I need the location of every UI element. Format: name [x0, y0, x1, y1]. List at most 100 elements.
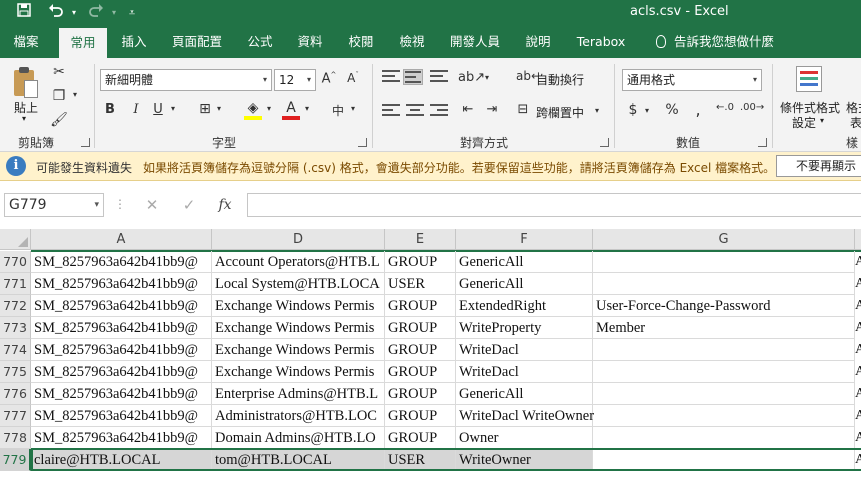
- align-left-icon[interactable]: [382, 104, 400, 118]
- cell-f[interactable]: WriteDacl WriteOwner: [456, 405, 594, 427]
- wrap-text-button[interactable]: 自動換行: [536, 71, 584, 88]
- cell-f[interactable]: WriteDacl: [456, 361, 593, 383]
- copy-dropdown-icon[interactable]: ▾: [70, 90, 80, 99]
- percent-icon[interactable]: %: [664, 102, 680, 118]
- cell-f[interactable]: Owner: [456, 427, 593, 449]
- row-header[interactable]: 772: [0, 295, 31, 317]
- cell-g[interactable]: [593, 405, 855, 427]
- tab-formulas[interactable]: 公式: [240, 26, 280, 58]
- row-header[interactable]: 777: [0, 405, 31, 427]
- italic-icon[interactable]: I: [128, 102, 144, 117]
- cell-next-column[interactable]: A: [855, 361, 861, 383]
- cell-e[interactable]: GROUP: [385, 405, 456, 427]
- decrease-decimal-icon[interactable]: .00→: [740, 102, 764, 113]
- fill-color-icon[interactable]: ◈: [244, 100, 262, 120]
- cancel-icon[interactable]: ✕: [140, 193, 164, 217]
- tab-tell-me[interactable]: 告訴我您想做什麼: [650, 26, 780, 58]
- font-launcher-icon[interactable]: [358, 138, 367, 147]
- phonetic-icon[interactable]: 中: [328, 102, 348, 119]
- column-header-a[interactable]: A: [31, 229, 212, 250]
- name-box[interactable]: G779 ▾: [4, 193, 104, 217]
- cell-g[interactable]: [593, 383, 855, 405]
- align-middle-icon[interactable]: [403, 69, 423, 85]
- cell-g[interactable]: [593, 273, 855, 295]
- cell-next-column[interactable]: A: [855, 339, 861, 361]
- cell-e[interactable]: GROUP: [385, 361, 456, 383]
- column-header-next[interactable]: [855, 229, 861, 250]
- cell-e[interactable]: GROUP: [385, 339, 456, 361]
- row-header[interactable]: 779: [0, 449, 31, 471]
- increase-indent-icon[interactable]: ⇥: [482, 102, 502, 117]
- save-icon[interactable]: [14, 3, 34, 23]
- cell-g[interactable]: Member: [593, 317, 855, 339]
- clipboard-launcher-icon[interactable]: [81, 138, 90, 147]
- tab-file[interactable]: 檔案: [6, 26, 46, 58]
- row-header[interactable]: 775: [0, 361, 31, 383]
- paste-dropdown-icon[interactable]: ▾: [22, 114, 26, 123]
- cell-next-column[interactable]: A: [855, 251, 861, 273]
- align-right-icon[interactable]: [430, 104, 448, 118]
- decrease-indent-icon[interactable]: ⇤: [458, 102, 478, 117]
- cell-next-column[interactable]: A: [855, 295, 861, 317]
- merge-dropdown-icon[interactable]: ▾: [592, 106, 602, 115]
- cell-a[interactable]: SM_8257963a642b41bb9@: [31, 427, 212, 449]
- tab-help[interactable]: 說明: [518, 26, 558, 58]
- row-header[interactable]: 771: [0, 273, 31, 295]
- fill-color-dropdown-icon[interactable]: ▾: [264, 104, 274, 113]
- font-size-select[interactable]: 12 ▾: [274, 69, 316, 91]
- cell-f[interactable]: WriteOwner: [456, 449, 593, 471]
- message-bar-link[interactable]: 如果將活頁簿儲存為逗號分隔 (.csv) 格式，會遺失部分功能。若要保留這些功能…: [143, 159, 775, 176]
- cell-f[interactable]: ExtendedRight: [456, 295, 593, 317]
- cell-g[interactable]: [593, 251, 855, 273]
- cell-d[interactable]: tom@HTB.LOCAL: [212, 449, 385, 471]
- enter-icon[interactable]: ✓: [177, 193, 201, 217]
- increase-decimal-icon[interactable]: ←.0: [716, 102, 734, 113]
- cell-e[interactable]: USER: [385, 273, 456, 295]
- cell-d[interactable]: Account Operators@HTB.L: [212, 251, 385, 273]
- cell-e[interactable]: GROUP: [385, 295, 456, 317]
- tab-developer[interactable]: 開發人員: [444, 26, 506, 58]
- cell-d[interactable]: Enterprise Admins@HTB.L: [212, 383, 385, 405]
- font-name-select[interactable]: 新細明體 ▾: [100, 69, 272, 91]
- cell-f[interactable]: WriteProperty: [456, 317, 593, 339]
- cell-d[interactable]: Local System@HTB.LOCA: [212, 273, 385, 295]
- cell-a[interactable]: SM_8257963a642b41bb9@: [31, 361, 212, 383]
- cell-next-column[interactable]: A: [855, 427, 861, 449]
- row-header[interactable]: 774: [0, 339, 31, 361]
- tab-review[interactable]: 校閱: [341, 26, 381, 58]
- cell-a[interactable]: SM_8257963a642b41bb9@: [31, 273, 212, 295]
- cell-next-column[interactable]: A: [855, 405, 861, 427]
- cell-e[interactable]: GROUP: [385, 427, 456, 449]
- cell-a[interactable]: SM_8257963a642b41bb9@: [31, 317, 212, 339]
- comma-style-icon[interactable]: ,: [692, 100, 704, 119]
- insert-function-icon[interactable]: fx: [213, 193, 237, 217]
- paste-icon[interactable]: [12, 66, 38, 98]
- conditional-formatting-dropdown-icon[interactable]: ▾: [820, 116, 824, 125]
- cell-a[interactable]: SM_8257963a642b41bb9@: [31, 251, 212, 273]
- select-all-button[interactable]: [0, 229, 31, 250]
- cell-a[interactable]: claire@HTB.LOCAL: [31, 449, 212, 471]
- cell-g[interactable]: [593, 427, 855, 449]
- alignment-launcher-icon[interactable]: [600, 138, 609, 147]
- redo-dropdown-icon[interactable]: ▾: [104, 3, 124, 23]
- bold-icon[interactable]: B: [102, 102, 118, 117]
- column-header-e[interactable]: E: [385, 229, 456, 250]
- row-header[interactable]: 773: [0, 317, 31, 339]
- cell-a[interactable]: SM_8257963a642b41bb9@: [31, 295, 212, 317]
- cell-f[interactable]: WriteDacl: [456, 339, 593, 361]
- font-color-dropdown-icon[interactable]: ▾: [302, 104, 312, 113]
- cell-e[interactable]: GROUP: [385, 383, 456, 405]
- row-header[interactable]: 778: [0, 427, 31, 449]
- cell-g[interactable]: [593, 449, 855, 471]
- cell-d[interactable]: Domain Admins@HTB.LO: [212, 427, 385, 449]
- cell-d[interactable]: Exchange Windows Permis: [212, 295, 385, 317]
- copy-icon[interactable]: ❐: [50, 88, 68, 104]
- orientation-dropdown-icon[interactable]: ▾: [482, 73, 492, 82]
- undo-icon[interactable]: [46, 3, 66, 23]
- worksheet-grid[interactable]: A D E F G 770 SM_8257963a642b41bb9@ Accoun…: [0, 229, 861, 480]
- phonetic-dropdown-icon[interactable]: ▾: [348, 104, 358, 113]
- decrease-font-icon[interactable]: Aˇ: [344, 71, 362, 85]
- cell-next-column[interactable]: A: [855, 383, 861, 405]
- align-bottom-icon[interactable]: [430, 70, 448, 84]
- cell-e[interactable]: GROUP: [385, 251, 456, 273]
